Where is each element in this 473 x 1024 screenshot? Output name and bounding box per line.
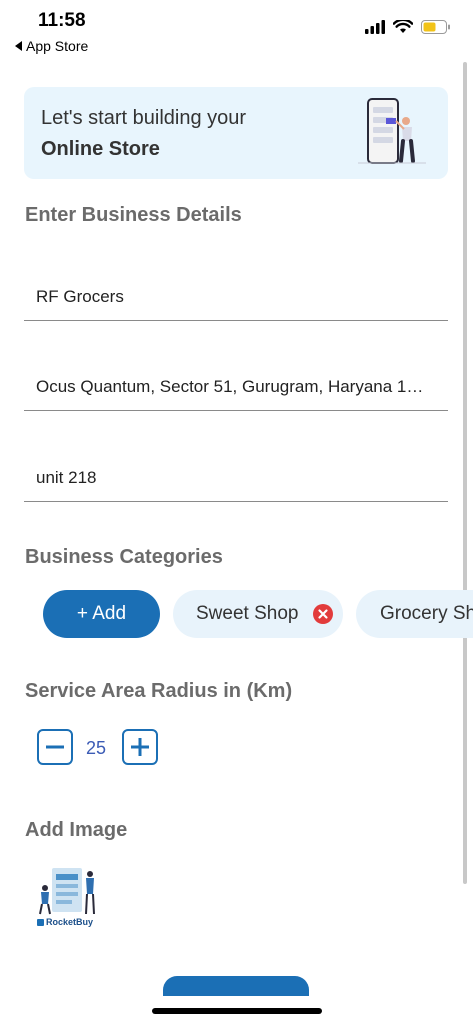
- business-name-field[interactable]: [24, 281, 448, 321]
- back-triangle-icon: [15, 41, 22, 51]
- minus-icon: [46, 745, 64, 749]
- plus-icon: [131, 738, 149, 756]
- category-chip-label: Grocery Sh: [380, 603, 473, 624]
- back-to-app-store[interactable]: App Store: [15, 38, 88, 54]
- welcome-banner: Let's start building your Online Store: [24, 87, 448, 179]
- add-image-title: Add Image: [25, 819, 128, 841]
- increase-radius-button[interactable]: [122, 729, 158, 765]
- unit-field[interactable]: [24, 462, 448, 502]
- banner-line2: Online Store: [41, 138, 160, 160]
- unit-input[interactable]: [36, 468, 440, 488]
- battery-icon: [421, 20, 450, 34]
- business-name-input[interactable]: [36, 287, 440, 307]
- screen: 11:58 App Store Let's start building you…: [0, 0, 473, 1024]
- status-icons: [365, 20, 451, 34]
- address-input[interactable]: [36, 377, 440, 397]
- service-area-title: Service Area Radius in (Km): [25, 680, 293, 702]
- wifi-icon: [393, 20, 413, 33]
- image-thumbnail[interactable]: RocketBuy: [28, 864, 114, 932]
- category-chip-label: Sweet Shop: [196, 603, 299, 624]
- radius-value: 25: [86, 738, 107, 758]
- store-illustration-icon: [358, 98, 426, 164]
- decrease-radius-button[interactable]: [37, 729, 73, 765]
- banner-line1: Let's start building your: [41, 107, 247, 129]
- back-app-label: App Store: [26, 38, 89, 54]
- status-time: 11:58: [38, 10, 86, 31]
- add-category-button[interactable]: + Add: [43, 590, 160, 638]
- continue-button[interactable]: [163, 976, 309, 996]
- category-chip-sweet-shop: Sweet Shop: [173, 590, 343, 638]
- category-chip-grocery: Grocery Sh: [356, 590, 473, 638]
- business-categories-title: Business Categories: [25, 546, 223, 568]
- business-details-title: Enter Business Details: [25, 204, 242, 226]
- home-indicator[interactable]: [152, 1008, 322, 1014]
- remove-category-icon[interactable]: [313, 604, 333, 624]
- signal-icon: [365, 20, 385, 34]
- thumbnail-brand-text: RocketBuy: [46, 917, 94, 927]
- address-field[interactable]: [24, 371, 448, 411]
- scrollbar[interactable]: [463, 62, 467, 884]
